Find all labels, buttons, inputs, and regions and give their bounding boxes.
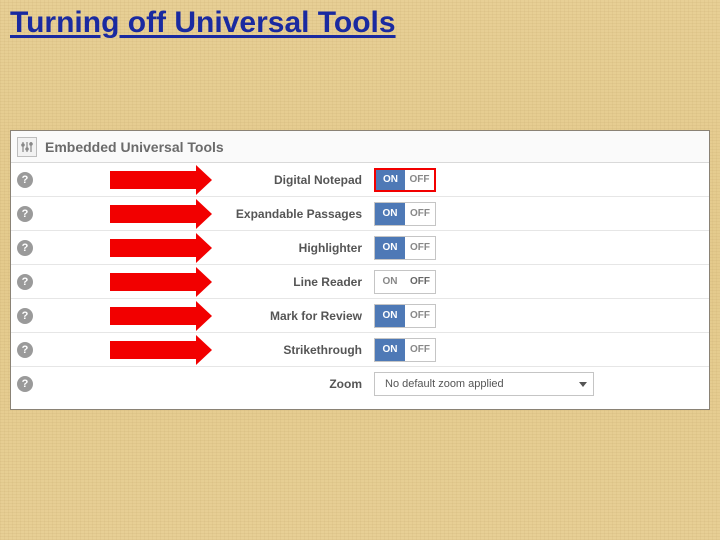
- dropdown-value: No default zoom applied: [385, 378, 504, 390]
- arrow-cell: [39, 341, 204, 359]
- toggle-off-label: [405, 339, 435, 361]
- control-cell: [374, 304, 699, 328]
- arrow-icon: [110, 239, 198, 257]
- tool-label: Mark for Review: [204, 309, 374, 323]
- control-cell: [374, 338, 699, 362]
- slide-title: Turning off Universal Tools: [10, 6, 396, 40]
- help-icon[interactable]: ?: [17, 274, 33, 290]
- tool-row: ? Zoom No default zoom applied: [11, 367, 709, 401]
- arrow-icon: [110, 273, 198, 291]
- arrow-cell: [39, 307, 204, 325]
- toggle-off-label: [405, 237, 435, 259]
- control-cell: [374, 270, 699, 294]
- toggle-strikethrough[interactable]: [374, 338, 436, 362]
- arrow-icon: [110, 341, 198, 359]
- toggle-highlighter[interactable]: [374, 236, 436, 260]
- tool-row: ? Expandable Passages: [11, 197, 709, 231]
- tool-label: Line Reader: [204, 275, 374, 289]
- zoom-dropdown[interactable]: No default zoom applied: [374, 372, 594, 396]
- tool-row: ? Mark for Review: [11, 299, 709, 333]
- tool-row: ? Line Reader: [11, 265, 709, 299]
- control-cell: [374, 236, 699, 260]
- control-cell: [374, 202, 699, 226]
- help-icon[interactable]: ?: [17, 376, 33, 392]
- arrow-icon: [110, 307, 198, 325]
- toggle-on-label: [375, 339, 405, 361]
- help-icon[interactable]: ?: [17, 240, 33, 256]
- tool-row: ? Highlighter: [11, 231, 709, 265]
- control-cell: [374, 168, 699, 192]
- panel-header-title: Embedded Universal Tools: [45, 139, 224, 155]
- toggle-on-label: [375, 237, 405, 259]
- arrow-icon: [110, 171, 198, 189]
- arrow-cell: [39, 375, 204, 393]
- toggle-off-label: [405, 271, 435, 293]
- arrow-cell: [39, 171, 204, 189]
- tool-label: Highlighter: [204, 241, 374, 255]
- chevron-down-icon: [579, 382, 587, 387]
- help-icon[interactable]: ?: [17, 172, 33, 188]
- help-icon[interactable]: ?: [17, 206, 33, 222]
- arrow-cell: [39, 239, 204, 257]
- toggle-on-label: [376, 170, 405, 190]
- toggle-off-label: [405, 305, 435, 327]
- tool-label: Zoom: [204, 377, 374, 391]
- toggle-mark-for-review[interactable]: [374, 304, 436, 328]
- tool-label: Digital Notepad: [204, 173, 374, 187]
- toggle-line-reader[interactable]: [374, 270, 436, 294]
- arrow-cell: [39, 205, 204, 223]
- help-icon[interactable]: ?: [17, 308, 33, 324]
- arrow-icon: [110, 205, 198, 223]
- help-icon[interactable]: ?: [17, 342, 33, 358]
- control-cell: No default zoom applied: [374, 372, 699, 396]
- tool-row: ? Digital Notepad: [11, 163, 709, 197]
- toggle-digital-notepad[interactable]: [374, 168, 436, 192]
- toggle-on-label: [375, 203, 405, 225]
- arrow-cell: [39, 273, 204, 291]
- toggle-on-label: [375, 271, 405, 293]
- panel-header: Embedded Universal Tools: [11, 131, 709, 163]
- sliders-icon: [17, 137, 37, 157]
- tools-panel: Embedded Universal Tools ? Digital Notep…: [10, 130, 710, 410]
- toggle-expandable-passages[interactable]: [374, 202, 436, 226]
- toggle-on-label: [375, 305, 405, 327]
- tool-label: Expandable Passages: [204, 207, 374, 221]
- tool-label: Strikethrough: [204, 343, 374, 357]
- tool-row: ? Strikethrough: [11, 333, 709, 367]
- toggle-off-label: [405, 170, 434, 190]
- toggle-off-label: [405, 203, 435, 225]
